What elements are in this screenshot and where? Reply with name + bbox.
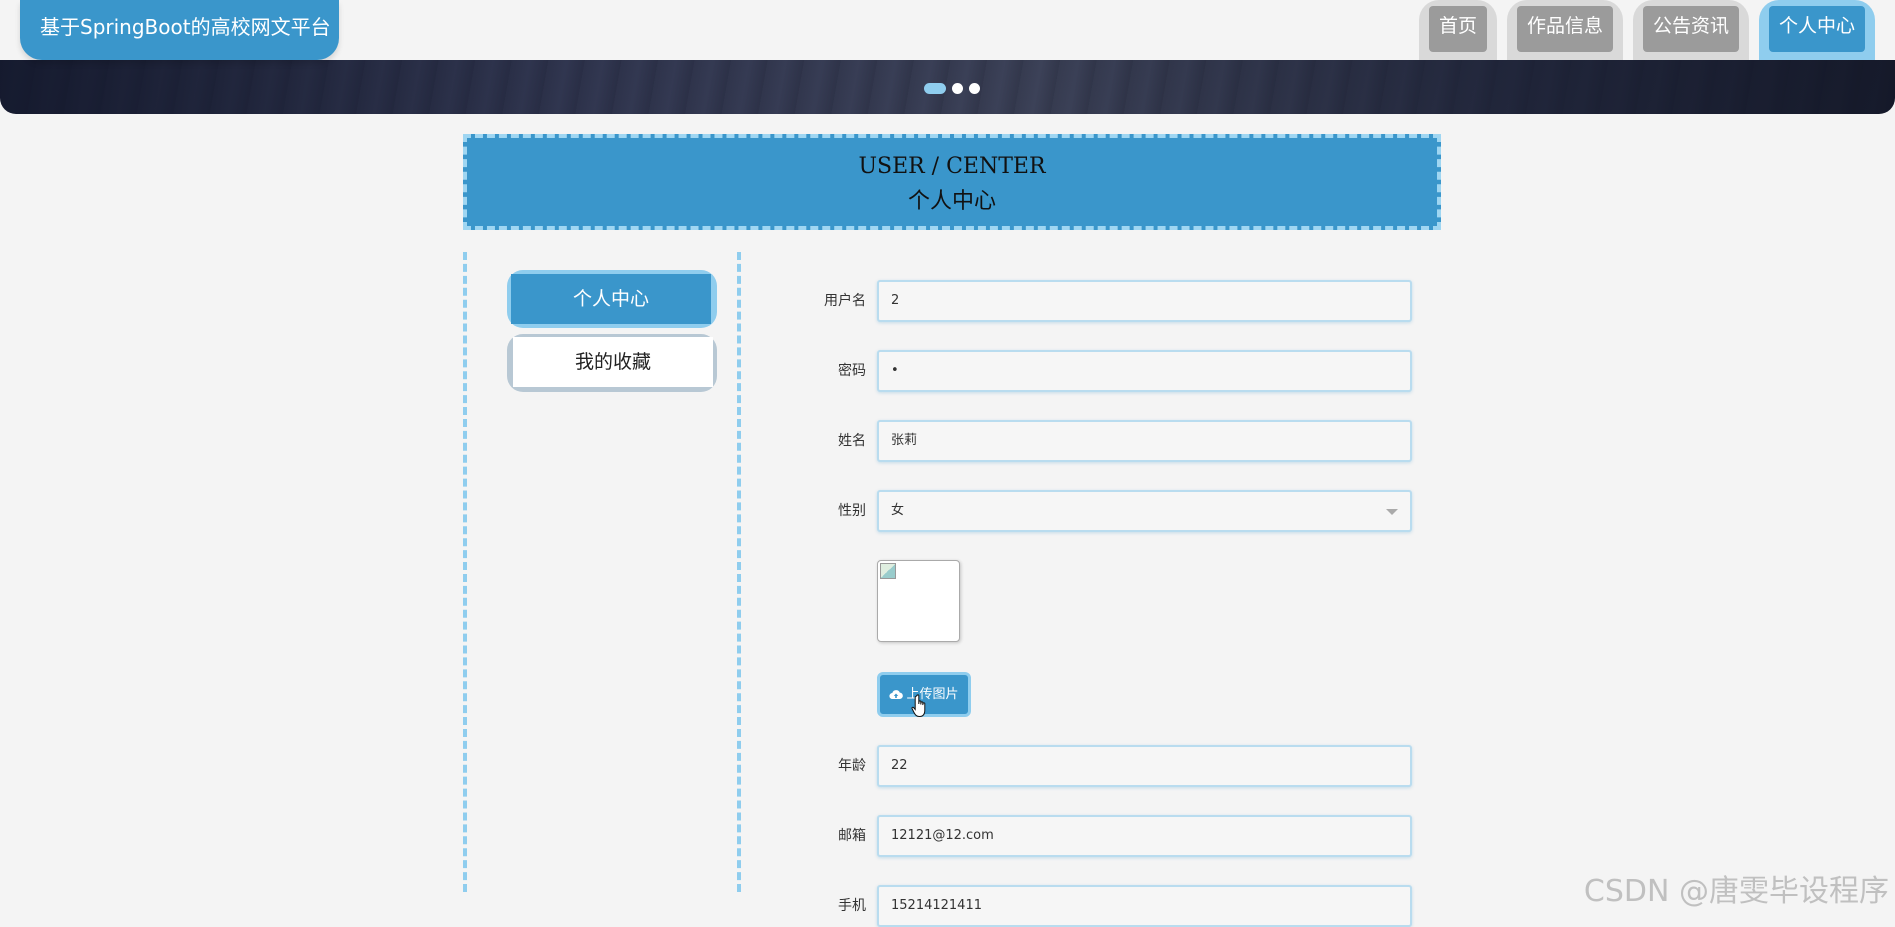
top-nav: 首页 作品信息 公告资讯 个人中心 (1419, 0, 1875, 60)
nav-tab-works[interactable]: 作品信息 (1507, 0, 1623, 60)
password-label: 密码 (780, 350, 866, 392)
form-row-email: 邮箱 12121@12.com (780, 815, 1412, 857)
nav-tab-label: 作品信息 (1517, 6, 1613, 52)
hand-cursor-icon (911, 694, 929, 718)
avatar-preview (877, 560, 960, 642)
gender-select[interactable]: 女 (877, 490, 1412, 532)
age-input[interactable]: 22 (877, 745, 1412, 787)
section-title-zh: 个人中心 (467, 183, 1437, 215)
section-heading: USER / CENTER 个人中心 (463, 134, 1441, 230)
carousel-dot-1[interactable] (924, 83, 946, 94)
username-label: 用户名 (780, 280, 866, 322)
nav-tab-home[interactable]: 首页 (1419, 0, 1497, 60)
cloud-upload-icon (889, 689, 903, 700)
sidebar-item-favorites[interactable]: 我的收藏 (507, 334, 717, 392)
sidebar-item-label: 我的收藏 (513, 337, 713, 387)
form-row-password: 密码 • (780, 350, 1412, 392)
broken-image-icon (880, 563, 896, 579)
sidebar-item-label: 个人中心 (511, 274, 711, 324)
site-title: 基于SpringBoot的高校网文平台 (20, 0, 339, 60)
carousel-dot-2[interactable] (952, 83, 963, 94)
chevron-down-icon (1386, 509, 1398, 515)
carousel-dots (924, 83, 980, 94)
name-input[interactable]: 张莉 (877, 420, 1412, 462)
gender-label: 性别 (780, 490, 866, 532)
name-label: 姓名 (780, 420, 866, 462)
email-label: 邮箱 (780, 815, 866, 857)
form-row-phone: 手机 15214121411 (780, 885, 1412, 927)
nav-tab-label: 首页 (1429, 6, 1487, 52)
nav-tab-user-center[interactable]: 个人中心 (1759, 0, 1875, 60)
sidebar: 个人中心 我的收藏 (463, 252, 741, 892)
nav-tab-label: 个人中心 (1769, 6, 1865, 52)
carousel-dot-3[interactable] (969, 83, 980, 94)
nav-tab-label: 公告资讯 (1643, 6, 1739, 52)
form-row-gender: 性别 女 (780, 490, 1412, 532)
phone-label: 手机 (780, 885, 866, 927)
age-label: 年龄 (780, 745, 866, 787)
nav-tab-news[interactable]: 公告资讯 (1633, 0, 1749, 60)
phone-input[interactable]: 15214121411 (877, 885, 1412, 927)
form-row-username: 用户名 2 (780, 280, 1412, 322)
username-input[interactable]: 2 (877, 280, 1412, 322)
form-row-age: 年龄 22 (780, 745, 1412, 787)
form-row-name: 姓名 张莉 (780, 420, 1412, 462)
sidebar-item-user-center[interactable]: 个人中心 (507, 270, 717, 328)
section-title-en: USER / CENTER (467, 154, 1437, 179)
email-input[interactable]: 12121@12.com (877, 815, 1412, 857)
watermark: CSDN @唐雯毕设程序 (1584, 866, 1889, 910)
gender-select-value: 女 (891, 503, 904, 518)
password-input[interactable]: • (877, 350, 1412, 392)
